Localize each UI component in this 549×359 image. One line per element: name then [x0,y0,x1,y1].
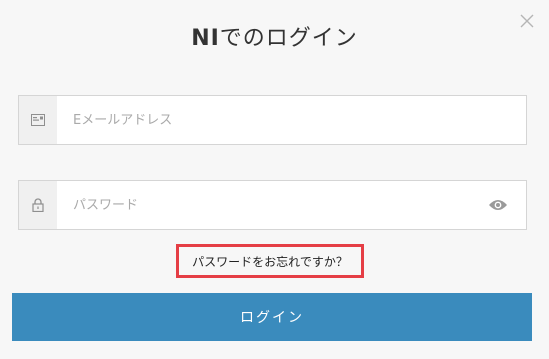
envelope-icon [19,96,57,144]
login-button[interactable]: ログイン [12,293,532,341]
login-dialog: NIでのログイン Eメールアドレス パスワードをお忘れですか？ ログイン [0,0,549,359]
forgot-password-link[interactable]: パスワードをお忘れですか？ [176,244,364,278]
title-text: でのログイン [219,26,358,51]
title-brand: NI [191,26,220,51]
dialog-title: NIでのログイン [0,20,549,52]
password-field [18,180,527,230]
eye-icon[interactable] [470,181,526,229]
close-icon[interactable] [519,13,535,29]
lock-icon [19,181,57,229]
email-field [18,95,527,145]
password-input[interactable] [57,181,470,229]
email-input[interactable] [57,96,526,144]
